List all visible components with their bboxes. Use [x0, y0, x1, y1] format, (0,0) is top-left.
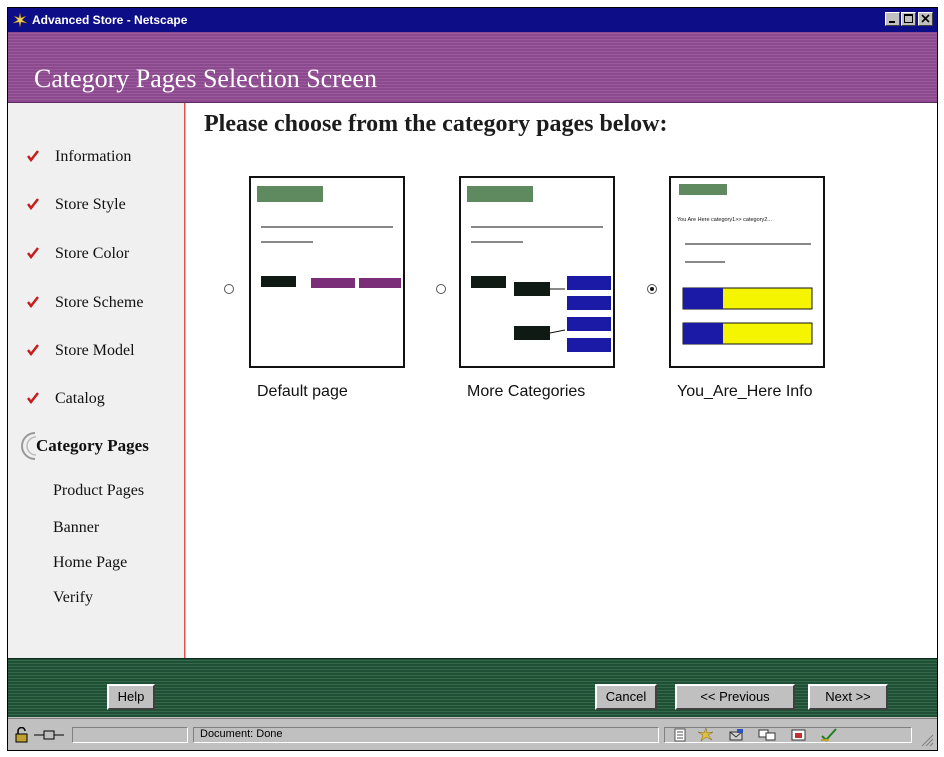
resize-grip-icon[interactable]	[920, 733, 934, 747]
title-bar[interactable]: Advanced Store - Netscape	[8, 8, 937, 32]
status-message: Document: Done	[200, 728, 283, 740]
help-button[interactable]: Help	[107, 684, 155, 710]
step-label: Product Pages	[53, 482, 145, 499]
mail-icon[interactable]	[728, 728, 746, 742]
thumbnail-default-page[interactable]	[249, 176, 405, 368]
main-content: Please choose from the category pages be…	[186, 103, 937, 658]
maximize-button[interactable]	[901, 12, 916, 26]
footer-bar: Help Cancel << Previous Next >>	[8, 658, 937, 717]
step-label: Store Color	[55, 245, 130, 262]
radio-default-page[interactable]	[224, 284, 234, 294]
step-label: Information	[55, 148, 132, 165]
connection-icon	[34, 730, 64, 740]
checkmark-icon	[27, 198, 39, 210]
checkmark-icon	[27, 247, 39, 259]
next-button[interactable]: Next >>	[808, 684, 888, 710]
selection-prompt: Please choose from the category pages be…	[204, 111, 668, 137]
page-title: Category Pages Selection Screen	[34, 64, 377, 93]
radio-more-categories[interactable]	[436, 284, 446, 294]
previous-button[interactable]: << Previous	[675, 684, 795, 710]
step-label: Store Scheme	[55, 294, 144, 311]
checkmark-icon	[27, 344, 39, 356]
step-label: Home Page	[53, 554, 128, 571]
caption-you-are-here-info: You_Are_Here Info	[677, 383, 813, 400]
header-banner: Category Pages Selection Screen	[8, 32, 937, 103]
caption-more-categories: More Categories	[467, 383, 586, 400]
maximize-icon	[904, 14, 913, 23]
composer-icon[interactable]	[790, 728, 808, 742]
close-button[interactable]	[918, 12, 933, 26]
cancel-button[interactable]: Cancel	[595, 684, 657, 710]
step-label: Banner	[53, 519, 100, 536]
thumbnail-you-are-here-info[interactable]: You Are Here category1>> category2...	[669, 176, 825, 368]
step-label: Store Style	[55, 196, 126, 213]
thumbnail-more-categories[interactable]	[459, 176, 615, 368]
default-page-preview	[257, 186, 401, 288]
netscape-icon	[12, 12, 28, 28]
progress-area	[72, 727, 188, 743]
checkmark-icon	[27, 150, 39, 162]
step-label: Store Model	[55, 342, 135, 359]
calendar-check-icon[interactable]	[820, 728, 838, 742]
step-label: Verify	[53, 589, 93, 606]
step-label: Category Pages	[36, 436, 149, 455]
minimize-button[interactable]	[885, 12, 900, 26]
security-lock-icon[interactable]	[14, 727, 32, 743]
window-title: Advanced Store - Netscape	[32, 13, 188, 27]
netscape-star-icon[interactable]	[697, 728, 715, 742]
wizard-steps-sidebar: Information Store Style Store Color Stor…	[8, 103, 185, 658]
checkmark-icon	[27, 296, 39, 308]
navigator-icon[interactable]	[672, 728, 690, 742]
you-are-here-preview: You Are Here category1>> category2...	[677, 184, 813, 345]
discussion-icon[interactable]	[758, 728, 776, 742]
minimize-icon	[889, 21, 895, 23]
more-categories-preview	[467, 186, 611, 352]
status-bar: Document: Done	[8, 718, 937, 750]
caption-default-page: Default page	[257, 383, 348, 400]
breadcrumb-preview-text: You Are Here category1>> category2...	[677, 217, 772, 223]
radio-you-are-here-info[interactable]	[647, 284, 657, 294]
step-label: Catalog	[55, 390, 105, 407]
checkmark-icon	[27, 392, 39, 404]
browser-window: Advanced Store - Netscape Category Pages…	[7, 7, 938, 751]
close-icon	[921, 14, 930, 23]
